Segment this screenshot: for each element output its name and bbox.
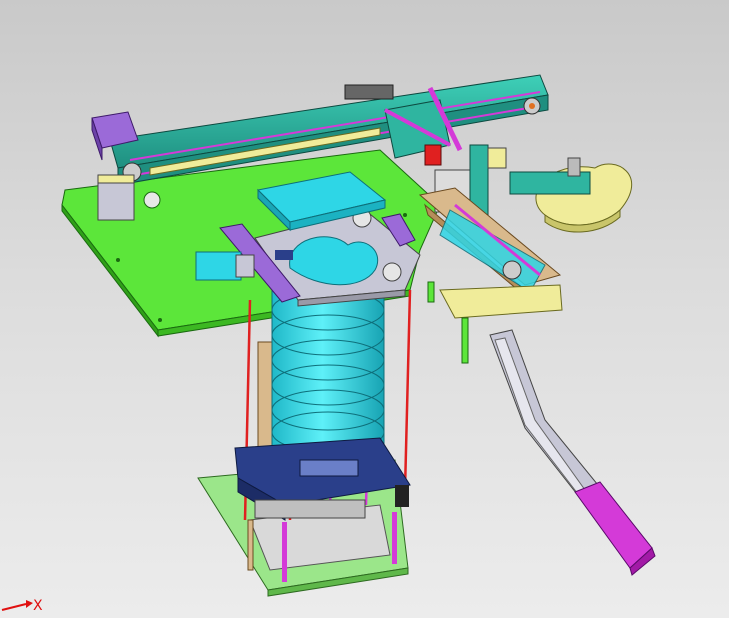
axis-triad-icon bbox=[1, 600, 33, 611]
cad-model-3d-view[interactable] bbox=[0, 0, 729, 618]
heart-disk bbox=[509, 157, 633, 233]
cad-viewport[interactable]: X bbox=[0, 0, 729, 618]
axis-label-x: X bbox=[33, 598, 43, 614]
discharge-chute bbox=[489, 329, 656, 576]
